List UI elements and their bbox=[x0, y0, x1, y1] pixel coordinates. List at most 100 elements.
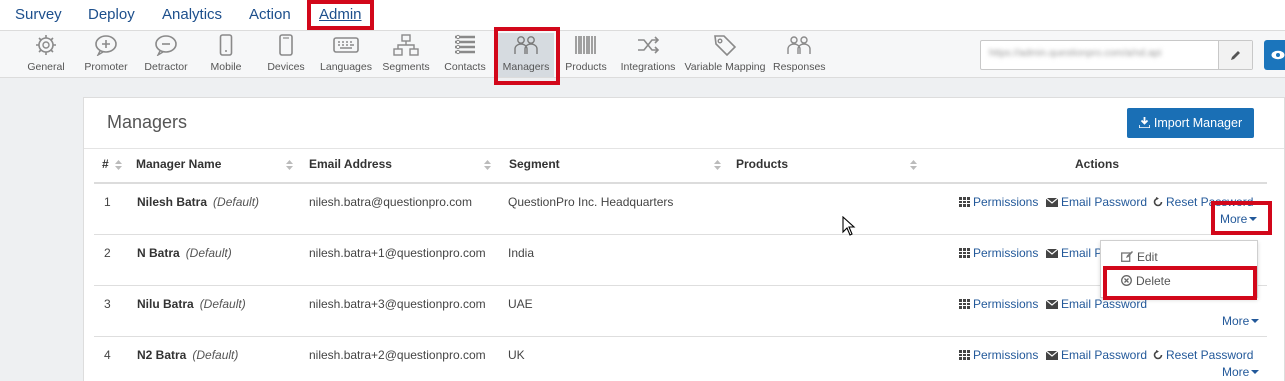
header-actions: Actions bbox=[1075, 157, 1120, 171]
envelope-icon bbox=[1045, 248, 1059, 258]
header-email-address[interactable]: Email Address bbox=[309, 157, 392, 171]
import-manager-button[interactable]: Import Manager bbox=[1127, 108, 1254, 138]
tool-managers[interactable]: Managers bbox=[498, 33, 554, 77]
survey-url-field[interactable]: https://admin.questionpro.com/a/nd.api bbox=[980, 40, 1253, 70]
admin-toolbar: General Promoter Detractor Mobile Device… bbox=[0, 31, 1285, 78]
more-actions-menu: Edit Delete bbox=[1100, 240, 1258, 298]
envelope-icon bbox=[1045, 299, 1059, 309]
permissions-label: Permissions bbox=[973, 246, 1039, 260]
email-address: nilesh.batra+3@questionpro.com bbox=[309, 297, 486, 311]
reset-icon bbox=[1153, 197, 1163, 207]
sort-icon bbox=[910, 160, 917, 170]
menu-item-delete[interactable]: Delete bbox=[1121, 274, 1171, 288]
grid-icon bbox=[959, 248, 970, 258]
managers-panel: Managers Import Manager # Manager Name E… bbox=[83, 97, 1285, 381]
sort-icon bbox=[714, 160, 721, 170]
tool-general[interactable]: General bbox=[25, 33, 67, 77]
default-tag: (Default) bbox=[213, 195, 260, 209]
caret-down-icon bbox=[1251, 319, 1260, 323]
devices-icon bbox=[279, 34, 293, 56]
detractor-icon bbox=[155, 35, 177, 56]
nav-deploy[interactable]: Deploy bbox=[88, 6, 135, 24]
grid-icon bbox=[959, 299, 970, 309]
more-dropdown-toggle[interactable]: More bbox=[1222, 314, 1260, 328]
segments-icon bbox=[393, 34, 419, 56]
manager-name: Nilesh Batra (Default) bbox=[137, 195, 259, 209]
email-password-link[interactable]: Email Password bbox=[1045, 297, 1147, 311]
header-products[interactable]: Products bbox=[736, 157, 788, 171]
email-password-label: Email Password bbox=[1061, 195, 1148, 209]
email-address: nilesh.batra@questionpro.com bbox=[309, 195, 472, 209]
caret-down-icon bbox=[1249, 217, 1258, 221]
permissions-link[interactable]: Permissions bbox=[959, 348, 1038, 362]
row-number: 4 bbox=[104, 348, 111, 362]
permissions-link[interactable]: Permissions bbox=[959, 297, 1038, 311]
tool-mobile[interactable]: Mobile bbox=[206, 33, 246, 77]
default-tag: (Default) bbox=[192, 348, 239, 362]
nav-action[interactable]: Action bbox=[249, 6, 291, 24]
tool-integrations[interactable]: Integrations bbox=[618, 33, 678, 77]
email-address: nilesh.batra+1@questionpro.com bbox=[309, 246, 486, 260]
tool-promoter[interactable]: Promoter bbox=[82, 33, 130, 77]
row-number: 1 bbox=[104, 195, 111, 209]
segment-name: UAE bbox=[508, 297, 533, 311]
tool-label: General bbox=[27, 61, 65, 73]
edit-url-button[interactable] bbox=[1218, 41, 1252, 69]
table-row: 4 N2 Batra (Default) nilesh.batra+2@quest… bbox=[94, 337, 1267, 381]
tool-products[interactable]: Products bbox=[563, 33, 609, 77]
tool-label: Products bbox=[565, 61, 607, 73]
tool-variable-mapping[interactable]: Variable Mapping bbox=[684, 33, 766, 77]
tool-label: Variable Mapping bbox=[684, 61, 766, 73]
preview-button[interactable] bbox=[1264, 40, 1285, 70]
email-address: nilesh.batra+2@questionpro.com bbox=[309, 348, 486, 362]
email-password-link[interactable]: Email Password bbox=[1045, 195, 1148, 209]
gear-icon bbox=[36, 35, 56, 55]
tool-detractor[interactable]: Detractor bbox=[141, 33, 191, 77]
nav-survey[interactable]: Survey bbox=[15, 6, 62, 24]
permissions-link[interactable]: Permissions bbox=[959, 246, 1038, 260]
header-manager-name[interactable]: Manager Name bbox=[136, 157, 221, 171]
download-icon bbox=[1138, 117, 1151, 129]
managers-icon bbox=[514, 36, 538, 54]
panel-divider bbox=[84, 148, 1284, 149]
tool-label: Devices bbox=[267, 61, 305, 73]
edit-icon bbox=[1121, 251, 1133, 262]
reset-password-label: Reset Password bbox=[1166, 195, 1254, 209]
email-password-link[interactable]: Email Password bbox=[1045, 348, 1148, 362]
manager-name-text: Nilesh Batra bbox=[137, 195, 208, 209]
reset-password-link[interactable]: Reset Password bbox=[1153, 195, 1253, 209]
tool-languages[interactable]: Languages bbox=[319, 33, 373, 77]
tool-segments[interactable]: Segments bbox=[381, 33, 431, 77]
reset-password-link[interactable]: Reset Password bbox=[1153, 348, 1253, 362]
tool-label: Languages bbox=[320, 61, 372, 73]
delete-label: Delete bbox=[1136, 274, 1171, 288]
nav-analytics[interactable]: Analytics bbox=[162, 6, 222, 24]
tool-label: Mobile bbox=[210, 61, 242, 73]
edit-label: Edit bbox=[1137, 250, 1158, 264]
tool-label: Detractor bbox=[144, 61, 188, 73]
contacts-icon bbox=[455, 34, 475, 55]
email-password-label: Email Password bbox=[1061, 348, 1148, 362]
tool-devices[interactable]: Devices bbox=[264, 33, 308, 77]
manager-name-text: N Batra bbox=[137, 246, 180, 260]
header-num[interactable]: # bbox=[102, 157, 109, 171]
more-label: More bbox=[1220, 212, 1248, 226]
keyboard-icon bbox=[333, 37, 359, 53]
header-segment[interactable]: Segment bbox=[509, 157, 560, 171]
barcode-icon bbox=[575, 36, 596, 54]
tool-responses[interactable]: Responses bbox=[773, 33, 826, 77]
more-dropdown-toggle[interactable]: More bbox=[1222, 365, 1260, 379]
survey-url-text: https://admin.questionpro.com/a/nd.api bbox=[989, 48, 1162, 59]
mobile-icon bbox=[219, 34, 233, 56]
manager-name-text: Nilu Batra bbox=[137, 297, 194, 311]
nav-admin[interactable]: Admin bbox=[319, 6, 362, 24]
page-title: Managers bbox=[107, 112, 188, 132]
manager-name: N Batra (Default) bbox=[137, 246, 232, 260]
envelope-icon bbox=[1045, 350, 1059, 360]
sort-icon bbox=[286, 160, 293, 170]
menu-item-edit[interactable]: Edit bbox=[1121, 250, 1158, 264]
tool-contacts[interactable]: Contacts bbox=[442, 33, 488, 77]
more-dropdown-toggle[interactable]: More bbox=[1220, 212, 1258, 226]
permissions-link[interactable]: Permissions bbox=[959, 195, 1038, 209]
manager-name: N2 Batra (Default) bbox=[137, 348, 238, 362]
